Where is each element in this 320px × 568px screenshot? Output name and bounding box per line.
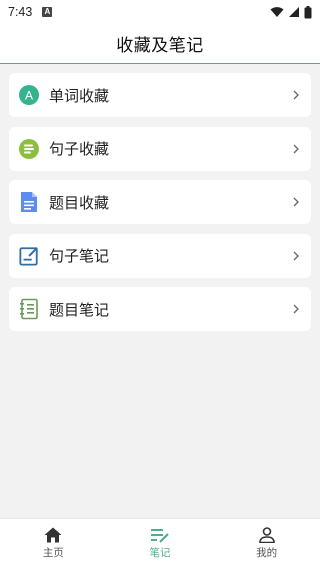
tab-label: 我的 xyxy=(256,547,278,559)
menu-item-word-favorites[interactable]: A 单词收藏 xyxy=(9,73,311,117)
status-bar: 7:43 A xyxy=(0,0,320,24)
document-icon xyxy=(19,192,39,212)
edit-note-icon xyxy=(19,246,39,266)
chevron-right-icon xyxy=(291,250,301,262)
menu-item-label: 题目笔记 xyxy=(49,300,110,319)
chevron-right-icon xyxy=(291,196,301,208)
profile-icon xyxy=(258,527,275,543)
signal-icon xyxy=(289,7,299,17)
status-time: 7:43 xyxy=(8,5,33,19)
battery-icon xyxy=(304,5,312,18)
svg-text:A: A xyxy=(25,89,33,103)
chevron-right-icon xyxy=(291,89,301,101)
tab-label: 笔记 xyxy=(149,547,171,559)
menu-item-question-favorites[interactable]: 题目收藏 xyxy=(9,180,311,224)
page-title: 收藏及笔记 xyxy=(116,36,204,56)
chevron-right-icon xyxy=(291,143,301,155)
notification-icon: A xyxy=(42,7,53,17)
list-circle-icon xyxy=(19,138,39,159)
notebook-icon xyxy=(19,298,39,320)
menu-item-sentence-favorites[interactable]: 句子收藏 xyxy=(9,126,311,171)
note-edit-icon xyxy=(151,529,169,543)
tab-profile[interactable]: 我的 xyxy=(213,519,320,568)
menu-item-label: 题目收藏 xyxy=(49,193,110,212)
menu-item-label: 句子笔记 xyxy=(49,247,110,265)
app-header: 收藏及笔记 xyxy=(0,24,320,64)
collection-list: A 单词收藏 句子收藏 题目收藏 句子笔记 题目笔记 xyxy=(9,73,311,341)
home-icon xyxy=(44,527,62,543)
chevron-right-icon xyxy=(291,303,301,315)
menu-item-sentence-notes[interactable]: 句子笔记 xyxy=(9,233,311,278)
letter-a-circle-icon: A xyxy=(19,85,39,105)
wifi-icon xyxy=(270,7,284,17)
tab-label: 主页 xyxy=(42,547,64,559)
tab-home[interactable]: 主页 xyxy=(0,519,107,568)
status-indicators xyxy=(270,5,312,19)
bottom-tab-bar: 主页 笔记 我的 xyxy=(0,518,320,568)
menu-item-question-notes[interactable]: 题目笔记 xyxy=(9,287,311,331)
tab-notes[interactable]: 笔记 xyxy=(107,519,214,568)
menu-item-label: 单词收藏 xyxy=(49,86,110,105)
menu-item-label: 句子收藏 xyxy=(49,140,110,158)
